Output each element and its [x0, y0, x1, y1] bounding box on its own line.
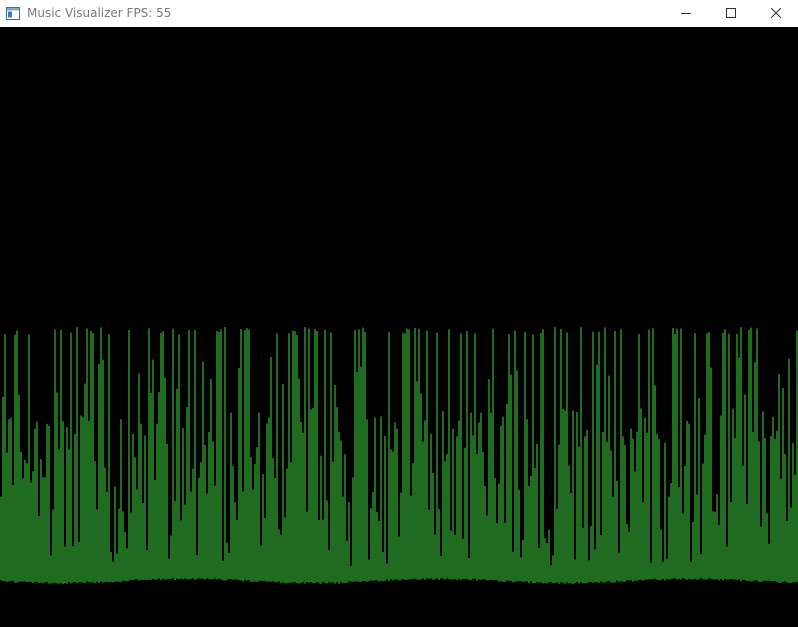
- minimize-button[interactable]: [663, 0, 708, 26]
- app-window: Music Visualizer FPS: 55: [0, 0, 798, 627]
- maximize-icon: [725, 8, 736, 18]
- visualizer-canvas: [0, 27, 798, 627]
- spectrum-bars: [0, 27, 798, 627]
- app-icon: [5, 5, 21, 21]
- close-icon: [770, 8, 781, 18]
- title-bar[interactable]: Music Visualizer FPS: 55: [0, 0, 798, 26]
- window-title: Music Visualizer FPS: 55: [27, 6, 172, 20]
- window-controls: [663, 0, 798, 26]
- close-button[interactable]: [753, 0, 798, 26]
- minimize-icon: [680, 13, 691, 14]
- maximize-button[interactable]: [708, 0, 753, 26]
